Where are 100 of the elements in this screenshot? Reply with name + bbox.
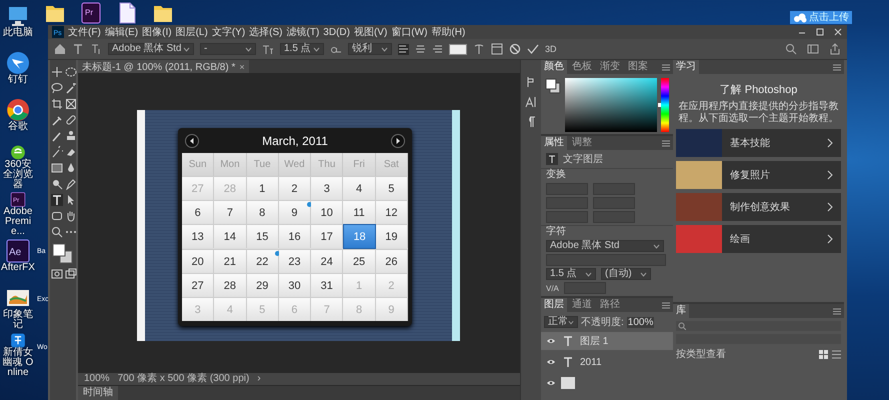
day-cell[interactable]: 6 xyxy=(182,200,214,224)
restore-icon[interactable] xyxy=(815,27,825,37)
eye-icon[interactable] xyxy=(546,337,556,345)
input-field[interactable] xyxy=(564,282,606,294)
color-swatches-icon[interactable] xyxy=(51,242,75,264)
day-cell[interactable]: 13 xyxy=(182,224,214,248)
menu-item[interactable]: 视图(V) xyxy=(354,25,388,39)
cancel-icon[interactable] xyxy=(509,43,521,55)
magic-wand-icon[interactable] xyxy=(65,82,77,94)
lasso-icon[interactable] xyxy=(51,82,63,94)
day-cell[interactable]: 22 xyxy=(246,249,279,273)
close-icon[interactable] xyxy=(833,27,843,37)
menu-item[interactable]: 3D(D) xyxy=(323,26,350,38)
path-select-icon[interactable] xyxy=(65,194,77,206)
day-cell[interactable]: 7 xyxy=(214,200,247,224)
crop-icon[interactable] xyxy=(51,98,63,110)
day-cell[interactable]: 12 xyxy=(376,200,408,224)
leading-dropdown[interactable]: (自动) xyxy=(601,268,651,280)
panel-tab[interactable]: 图层 xyxy=(541,298,567,312)
menu-item[interactable]: 文字(Y) xyxy=(212,25,246,39)
color-field[interactable] xyxy=(564,78,658,132)
slider-thumb[interactable] xyxy=(658,103,662,107)
day-cell[interactable]: 29 xyxy=(246,273,279,297)
day-cell[interactable]: 15 xyxy=(246,224,279,248)
menu-item[interactable]: 图像(I) xyxy=(142,25,172,39)
font-dropdown[interactable]: Adobe 黑体 Std xyxy=(546,240,664,252)
day-cell[interactable]: 25 xyxy=(343,249,376,273)
menu-item[interactable]: 帮助(H) xyxy=(431,25,466,39)
input-field[interactable] xyxy=(546,211,588,223)
day-cell[interactable]: 21 xyxy=(214,249,247,273)
panel-tab[interactable]: 通道 xyxy=(569,298,595,312)
layer-row[interactable]: 2011 xyxy=(541,353,673,371)
day-cell[interactable]: 3 xyxy=(311,176,344,200)
brush-icon[interactable] xyxy=(51,130,63,142)
input-field[interactable] xyxy=(593,211,635,223)
drop-icon[interactable] xyxy=(65,162,77,174)
checkmark-icon[interactable] xyxy=(527,43,539,55)
share-icon[interactable] xyxy=(829,43,841,55)
panel-tab[interactable]: 路径 xyxy=(597,298,623,312)
panel-menu-icon[interactable] xyxy=(662,302,670,308)
menu-item[interactable]: 图层(L) xyxy=(176,25,208,39)
3d-button[interactable]: 3D xyxy=(545,44,557,54)
panel-tab[interactable]: 调整 xyxy=(569,136,595,150)
panel-tab[interactable]: 属性 xyxy=(541,136,567,150)
text-tool-icon[interactable] xyxy=(72,43,84,55)
panel-tab[interactable]: 学习 xyxy=(673,60,699,74)
quick-mask-icon[interactable] xyxy=(51,268,63,280)
input-field[interactable] xyxy=(546,183,588,195)
panel-tab[interactable]: 渐变 xyxy=(597,60,623,74)
pen-icon[interactable] xyxy=(65,178,77,190)
input-field[interactable] xyxy=(593,183,635,195)
screen-mode-icon[interactable] xyxy=(65,268,77,280)
tutorial-item[interactable]: 修复照片 xyxy=(676,161,841,189)
day-cell[interactable]: 19 xyxy=(376,224,408,248)
search-field[interactable] xyxy=(676,321,841,331)
day-cell[interactable]: 26 xyxy=(376,249,408,273)
list-view-icon[interactable] xyxy=(832,350,841,358)
bird-icon[interactable] xyxy=(6,51,30,75)
day-cell[interactable]: 17 xyxy=(311,224,344,248)
move-tool-icon[interactable] xyxy=(51,66,63,78)
warp-text-icon[interactable] xyxy=(473,43,485,55)
premiere-file-icon[interactable]: Pr xyxy=(80,2,102,24)
bandage-icon[interactable] xyxy=(65,114,77,126)
align-left-icon[interactable] xyxy=(398,44,409,54)
browser-icon[interactable] xyxy=(6,98,30,122)
day-cell[interactable]: 8 xyxy=(246,200,279,224)
menu-item[interactable]: 选择(S) xyxy=(249,25,282,39)
document-tab[interactable]: 未标题-1 @ 100% (2011, RGB/8) * × xyxy=(78,60,249,73)
font-dropdown[interactable]: Adobe 黑体 Std xyxy=(108,43,194,55)
panel-tab[interactable]: 颜色 xyxy=(541,60,567,74)
text-color-swatch[interactable] xyxy=(449,44,467,54)
ellipse-select-icon[interactable] xyxy=(65,66,77,78)
status-arrow[interactable]: › xyxy=(257,374,261,384)
workspace-icon[interactable] xyxy=(807,43,819,55)
stamp-icon[interactable] xyxy=(65,130,77,142)
tutorial-item[interactable]: 基本技能 xyxy=(676,129,841,157)
character-icon[interactable] xyxy=(525,96,537,108)
day-cell[interactable]: 31 xyxy=(311,273,344,297)
section-header[interactable]: 变换 xyxy=(541,168,673,181)
day-cell[interactable]: 16 xyxy=(278,224,312,248)
grid-view-icon[interactable] xyxy=(819,350,828,358)
antialias-dropdown[interactable]: 锐利 xyxy=(348,43,392,55)
panel-menu-icon[interactable] xyxy=(833,64,841,70)
opacity-field[interactable]: 100% xyxy=(626,316,654,328)
size-dropdown[interactable]: 1.5 点 xyxy=(546,268,596,280)
text-orientation-icon[interactable] xyxy=(90,43,102,55)
menu-item[interactable]: 滤镜(T) xyxy=(286,25,320,39)
home-icon[interactable] xyxy=(54,43,66,55)
panel-toggle-icon[interactable] xyxy=(491,43,503,55)
size-dropdown[interactable]: 1.5 点 xyxy=(280,43,324,55)
section-header[interactable]: 字符 xyxy=(541,225,673,238)
rectangle-tool-icon[interactable] xyxy=(51,210,63,222)
day-cell[interactable]: 4 xyxy=(343,176,376,200)
day-cell[interactable]: 5 xyxy=(376,176,408,200)
history-brush-icon[interactable] xyxy=(51,146,63,158)
aftereffects-icon[interactable]: Ae xyxy=(6,239,30,263)
panel-tab[interactable]: 色板 xyxy=(569,60,595,74)
type-tool-icon[interactable] xyxy=(51,194,63,206)
blend-mode-dropdown[interactable]: 正常 xyxy=(544,316,578,328)
day-cell[interactable]: 30 xyxy=(278,273,312,297)
